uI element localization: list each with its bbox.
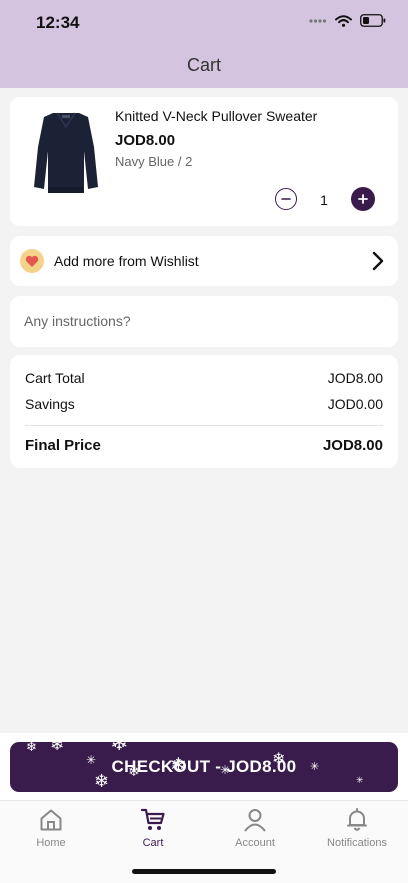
heart-badge [20,249,44,273]
snowflake-icon: ❄ [110,742,129,755]
account-icon [244,809,266,832]
page-title: Cart [186,55,221,75]
increase-quantity-button[interactable] [351,187,375,211]
quantity-value: 1 [320,192,328,208]
instructions-input[interactable] [24,313,384,329]
snowflake-icon: ❄ [272,751,286,768]
chevron-right-icon [372,251,384,271]
snowflake-icon: ✳ [86,753,97,767]
snowflake-icon: ✳ [220,763,231,777]
final-price-row: Final Price JOD8.00 [25,437,383,454]
tab-account[interactable]: Account [204,807,306,849]
snowflake-icon: ✳ [310,761,320,773]
tab-account-label: Account [235,837,275,849]
minus-icon [281,198,291,200]
bell-icon [347,808,367,831]
snowflake-icon: ❄ [94,771,110,791]
header: 12:34 Cart [0,0,408,88]
tab-home[interactable]: Home [0,807,102,849]
final-price-label: Final Price [25,437,101,454]
instructions-card [10,296,398,347]
cart-item-card: Knitted V-Neck Pullover Sweater JOD8.00 … [10,97,398,226]
tab-notifications[interactable]: Notifications [306,807,408,849]
battery-icon [360,14,386,27]
home-icon [40,809,62,831]
checkout-button[interactable]: CHECKOUT - JOD8.00 ❄ ❄ ✳ ❄ ❄ ❄ ❄ ✳ ❄ ✳ ✳ [10,742,398,792]
product-price: JOD8.00 [115,132,176,149]
savings-row: Savings JOD0.00 [25,396,383,412]
home-indicator [132,869,276,874]
wishlist-label: Add more from Wishlist [54,253,199,269]
summary-divider [25,425,383,426]
decrease-quantity-button[interactable] [275,188,297,210]
price-summary-card: Cart Total JOD8.00 Savings JOD0.00 Final… [10,355,398,468]
snowflake-icon: ❄ [50,742,65,754]
heart-icon [25,255,39,267]
cart-icon [140,808,165,830]
tab-cart[interactable]: Cart [102,807,204,849]
cart-total-value: JOD8.00 [327,370,383,386]
plus-icon [358,194,368,204]
snowflake-icon: ❄ [128,763,140,779]
status-icons [309,14,386,27]
tab-cart-label: Cart [142,837,164,849]
wifi-icon [335,14,352,27]
final-price-value: JOD8.00 [322,437,383,454]
add-from-wishlist-row[interactable]: Add more from Wishlist [10,236,398,286]
snowflake-icon: ✳ [356,775,364,785]
tab-home-label: Home [36,837,66,849]
product-variant: Navy Blue / 2 [115,154,193,169]
snowflake-icon: ❄ [26,742,37,754]
snowflake-icon: ❄ [170,755,187,777]
sweater-image[interactable] [26,107,106,197]
status-time: 12:34 [36,13,80,32]
tab-notifications-label: Notifications [327,837,387,849]
cart-total-label: Cart Total [25,370,85,386]
signal-icon [309,18,327,23]
savings-label: Savings [25,396,75,412]
cart-total-row: Cart Total JOD8.00 [25,370,383,386]
product-name[interactable]: Knitted V-Neck Pullover Sweater [115,108,317,124]
savings-value: JOD0.00 [327,396,383,412]
